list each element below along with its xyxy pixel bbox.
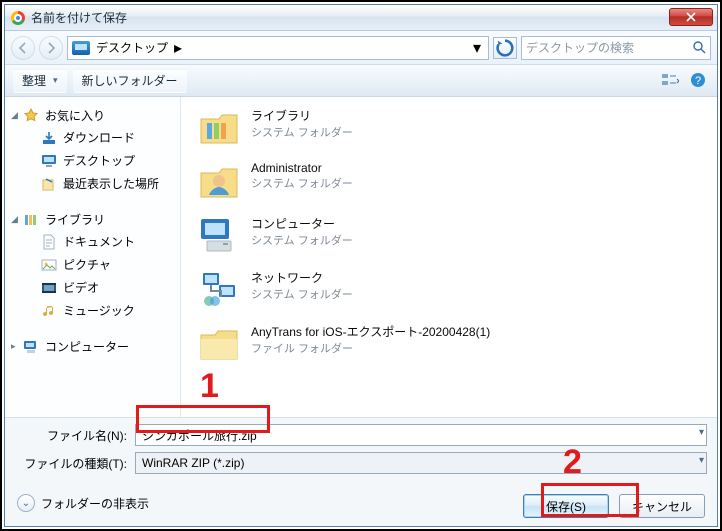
item-libraries[interactable]: ライブラリシステム フォルダー <box>197 105 447 149</box>
sidebar-item-music[interactable]: ミュージック <box>5 299 180 322</box>
item-anytrans-folder[interactable]: AnyTrans for iOS-エクスポート-20200428(1)ファイル … <box>197 321 537 365</box>
computer-icon <box>197 213 241 257</box>
item-network[interactable]: ネットワークシステム フォルダー <box>197 267 447 311</box>
expand-icon: ◢ <box>11 214 18 225</box>
sidebar-libraries[interactable]: ◢ ライブラリ <box>5 209 180 230</box>
sidebar-favorites[interactable]: ◢ お気に入り <box>5 105 180 126</box>
libraries-icon <box>197 105 241 149</box>
downloads-icon <box>41 130 57 146</box>
cancel-button[interactable]: キャンセル <box>619 494 705 518</box>
help-button[interactable]: ? <box>687 69 709 91</box>
sidebar-computer-group: ▸ コンピューター <box>5 336 180 357</box>
search-input[interactable]: デスクトップの検索 <box>521 36 711 60</box>
hide-folders-toggle[interactable]: ⌄ フォルダーの非表示 <box>17 494 149 512</box>
body-area: ◢ お気に入り ダウンロード デスクトップ 最近表示した場所 ◢ ライブラリ ド… <box>5 97 717 417</box>
sidebar-item-desktop[interactable]: デスクトップ <box>5 149 180 172</box>
title-bar: 名前を付けて保存 <box>5 5 717 31</box>
content-pane[interactable]: ライブラリシステム フォルダー Administratorシステム フォルダー … <box>181 97 717 417</box>
network-icon <box>197 267 241 311</box>
desktop-icon <box>72 41 90 55</box>
sidebar: ◢ お気に入り ダウンロード デスクトップ 最近表示した場所 ◢ ライブラリ ド… <box>5 97 181 417</box>
sidebar-favorites-group: ◢ お気に入り ダウンロード デスクトップ 最近表示した場所 <box>5 105 180 195</box>
expand-icon: ◢ <box>11 110 18 121</box>
sidebar-item-documents[interactable]: ドキュメント <box>5 230 180 253</box>
breadcrumb[interactable]: デスクトップ ▸ ▾ <box>67 36 489 60</box>
libraries-icon <box>23 212 39 228</box>
recent-icon <box>41 176 57 192</box>
organize-button[interactable]: 整理 <box>13 69 67 93</box>
svg-text:?: ? <box>695 75 701 87</box>
chevron-right-icon: ▸ <box>174 38 182 58</box>
desktop-icon <box>41 153 57 169</box>
toolbar: 整理 新しいフォルダー ? <box>5 65 717 97</box>
sidebar-item-videos[interactable]: ビデオ <box>5 276 180 299</box>
filename-input[interactable]: シンガポール旅行.zip▾ <box>135 424 707 446</box>
folder-icon <box>197 321 241 365</box>
sidebar-item-recent[interactable]: 最近表示した場所 <box>5 172 180 195</box>
breadcrumb-dropdown[interactable]: ▾ <box>468 39 486 57</box>
item-administrator[interactable]: Administratorシステム フォルダー <box>197 159 447 203</box>
close-icon <box>686 12 696 22</box>
music-icon <box>41 303 57 319</box>
filetype-label: ファイルの種類(T): <box>15 455 127 472</box>
forward-button[interactable] <box>39 36 63 60</box>
new-folder-button[interactable]: 新しいフォルダー <box>73 69 187 93</box>
chevron-down-icon: ⌄ <box>17 494 35 512</box>
filename-label: ファイル名(N): <box>15 427 127 444</box>
bottom-panel: ファイル名(N): シンガポール旅行.zip▾ ファイルの種類(T): WinR… <box>5 417 717 526</box>
picture-icon <box>41 257 57 273</box>
sidebar-item-downloads[interactable]: ダウンロード <box>5 126 180 149</box>
dropdown-icon[interactable]: ▾ <box>699 455 704 466</box>
document-icon <box>41 234 57 250</box>
user-folder-icon <box>197 159 241 203</box>
filetype-select[interactable]: WinRAR ZIP (*.zip)▾ <box>135 452 707 474</box>
view-options-button[interactable] <box>659 69 681 91</box>
nav-row: デスクトップ ▸ ▾ デスクトップの検索 <box>5 31 717 65</box>
window-title: 名前を付けて保存 <box>31 9 127 26</box>
breadcrumb-text: デスクトップ <box>96 39 168 56</box>
computer-icon <box>23 339 39 355</box>
refresh-button[interactable] <box>493 37 517 59</box>
sidebar-computer[interactable]: ▸ コンピューター <box>5 336 180 357</box>
video-icon <box>41 280 57 296</box>
back-button[interactable] <box>11 36 35 60</box>
expand-icon: ▸ <box>11 341 16 352</box>
dropdown-icon[interactable]: ▾ <box>699 427 704 438</box>
search-placeholder: デスクトップの検索 <box>526 39 634 56</box>
search-icon <box>692 40 706 57</box>
star-icon <box>23 108 39 124</box>
sidebar-item-pictures[interactable]: ピクチャ <box>5 253 180 276</box>
chrome-icon <box>11 11 25 25</box>
sidebar-libraries-group: ◢ ライブラリ ドキュメント ピクチャ ビデオ ミュージック <box>5 209 180 322</box>
save-button[interactable]: 保存(S) <box>523 494 609 518</box>
item-computer[interactable]: コンピューターシステム フォルダー <box>197 213 447 257</box>
close-button[interactable] <box>669 8 713 26</box>
